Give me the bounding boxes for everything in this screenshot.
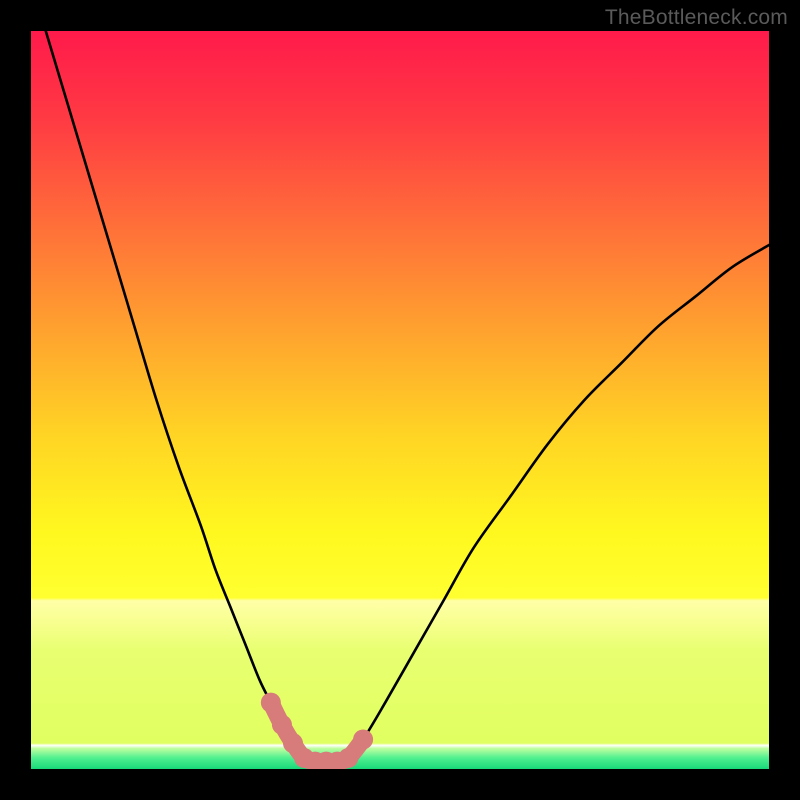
left-curve: [46, 31, 304, 758]
curves-layer: [31, 31, 769, 769]
valley-markers: [261, 693, 373, 769]
watermark-text: TheBottleneck.com: [605, 6, 788, 30]
right-curve: [348, 245, 769, 758]
plot-area: [31, 31, 769, 769]
valley-marker-dot: [261, 693, 281, 713]
valley-marker-dot: [338, 748, 358, 768]
valley-marker-dot: [272, 715, 292, 735]
valley-marker-dot: [353, 729, 373, 749]
chart-frame: TheBottleneck.com: [0, 0, 800, 800]
